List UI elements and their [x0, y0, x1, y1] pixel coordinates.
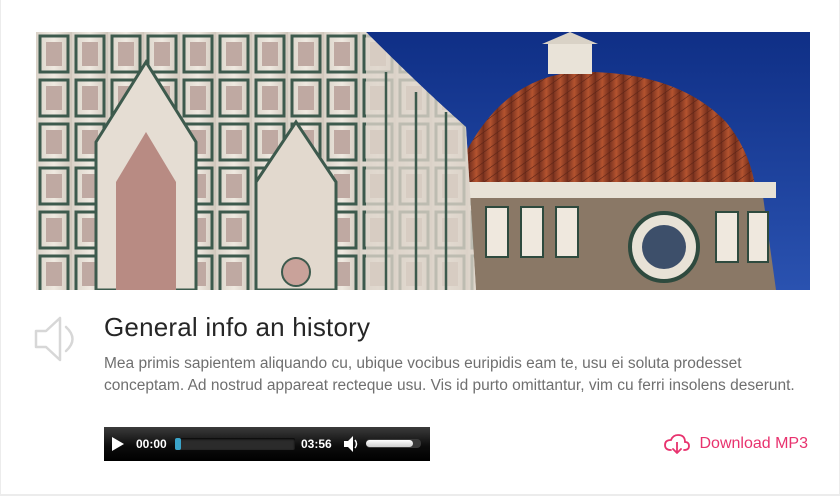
progress-fill	[175, 438, 181, 450]
volume-slider[interactable]	[366, 439, 421, 448]
cathedral-image	[36, 32, 810, 290]
audio-player: 00:00 03:56	[104, 427, 430, 461]
play-icon[interactable]	[112, 437, 124, 451]
current-time: 00:00	[136, 437, 167, 451]
volume-icon[interactable]	[343, 435, 359, 453]
progress-slider[interactable]	[175, 438, 295, 450]
download-label: Download MP3	[699, 435, 809, 452]
volume-fill	[366, 440, 413, 447]
speaker-icon	[34, 316, 74, 362]
hero-image	[36, 32, 810, 290]
audio-card: General info an history Mea primis sapie…	[0, 0, 840, 496]
item-description: Mea primis sapientem aliquando cu, ubiqu…	[104, 355, 795, 394]
cloud-download-icon	[663, 434, 690, 454]
duration: 03:56	[301, 437, 332, 451]
download-mp3-link[interactable]: Download MP3	[663, 434, 809, 454]
item-title: General info an history	[104, 312, 371, 342]
